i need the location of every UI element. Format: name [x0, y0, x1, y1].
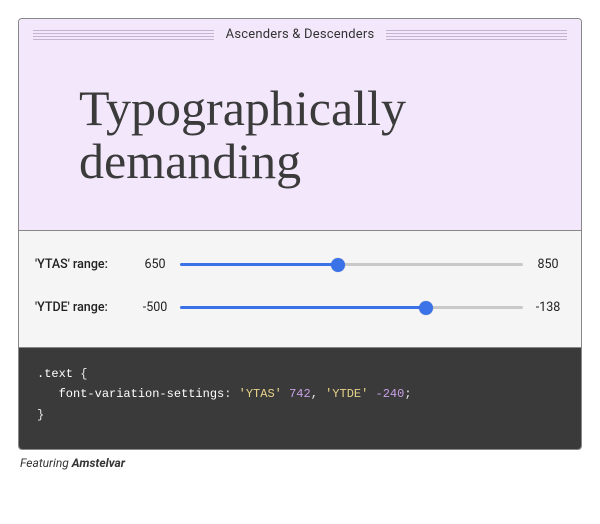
- caption-font-name: Amstelvar: [72, 456, 125, 470]
- slider-fill: [180, 263, 338, 266]
- caption-prefix: Featuring: [20, 456, 72, 470]
- slider-min-ytas: 650: [138, 257, 172, 272]
- header-rule-right: [386, 30, 567, 40]
- slider-fill: [180, 306, 426, 309]
- slider-row-ytde: 'YTDE' range: -500 -138: [35, 286, 565, 329]
- code-axis2-value: -240: [376, 387, 405, 401]
- preview-text: Typographically demanding: [79, 82, 561, 188]
- code-axis1-value: 742: [289, 387, 311, 401]
- slider-ytde[interactable]: [180, 301, 523, 315]
- card-header: Ascenders & Descenders: [19, 19, 581, 48]
- header-title: Ascenders & Descenders: [226, 27, 375, 42]
- slider-label-ytas: 'YTAS' range:: [35, 257, 130, 272]
- caption: Featuring Amstelvar: [18, 450, 582, 476]
- slider-max-ytas: 850: [531, 257, 565, 272]
- slider-ytas[interactable]: [180, 258, 523, 272]
- code-axis2-name: 'YTDE': [325, 387, 368, 401]
- slider-max-ytde: -138: [531, 300, 565, 315]
- slider-label-ytde: 'YTDE' range:: [35, 300, 130, 315]
- code-axis1-name: 'YTAS': [239, 387, 282, 401]
- demo-card: Ascenders & Descenders Typographically d…: [18, 18, 582, 450]
- code-selector: .text: [37, 367, 73, 381]
- slider-controls: 'YTAS' range: 650 850 'YTDE' range: -500 -138: [19, 231, 581, 348]
- slider-row-ytas: 'YTAS' range: 650 850: [35, 243, 565, 286]
- header-rule-left: [33, 30, 214, 40]
- slider-thumb[interactable]: [331, 258, 345, 272]
- code-property: font-variation-settings: [59, 387, 225, 401]
- slider-thumb[interactable]: [419, 301, 433, 315]
- type-preview: Typographically demanding: [19, 48, 581, 231]
- slider-min-ytde: -500: [138, 300, 172, 315]
- code-block: .text { font-variation-settings: 'YTAS' …: [19, 348, 581, 449]
